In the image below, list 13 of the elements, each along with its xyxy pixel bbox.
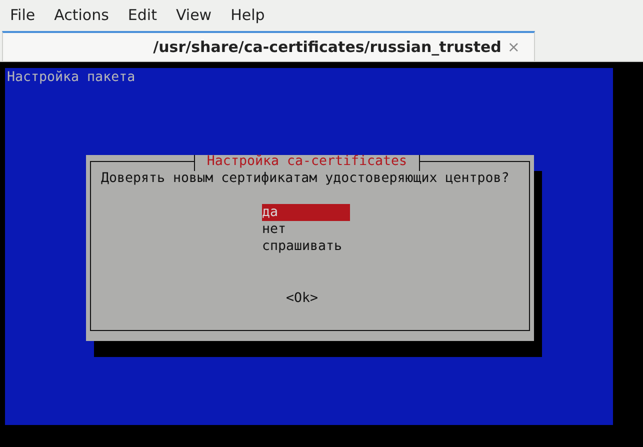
tab[interactable]: /usr/share/ca-certificates/russian_trusted × <box>2 31 535 61</box>
ok-button[interactable]: <Ok> <box>286 291 318 306</box>
menu-item[interactable]: File <box>10 6 36 24</box>
menu-item[interactable]: Actions <box>54 6 109 24</box>
option-item[interactable]: да <box>262 204 350 221</box>
option-item[interactable]: нет <box>262 221 350 238</box>
dialog-title: Настройка ca-certificates <box>194 155 420 171</box>
menu-item[interactable]: View <box>176 6 212 24</box>
menu-item[interactable]: Help <box>230 6 265 24</box>
option-item[interactable]: спрашивать <box>262 238 350 255</box>
menu-item[interactable]: Edit <box>128 6 157 24</box>
dialog-question: Доверять новым сертификатам удостоверяющих центров? <box>101 171 510 186</box>
backtitle: Настройка пакета <box>7 70 136 85</box>
